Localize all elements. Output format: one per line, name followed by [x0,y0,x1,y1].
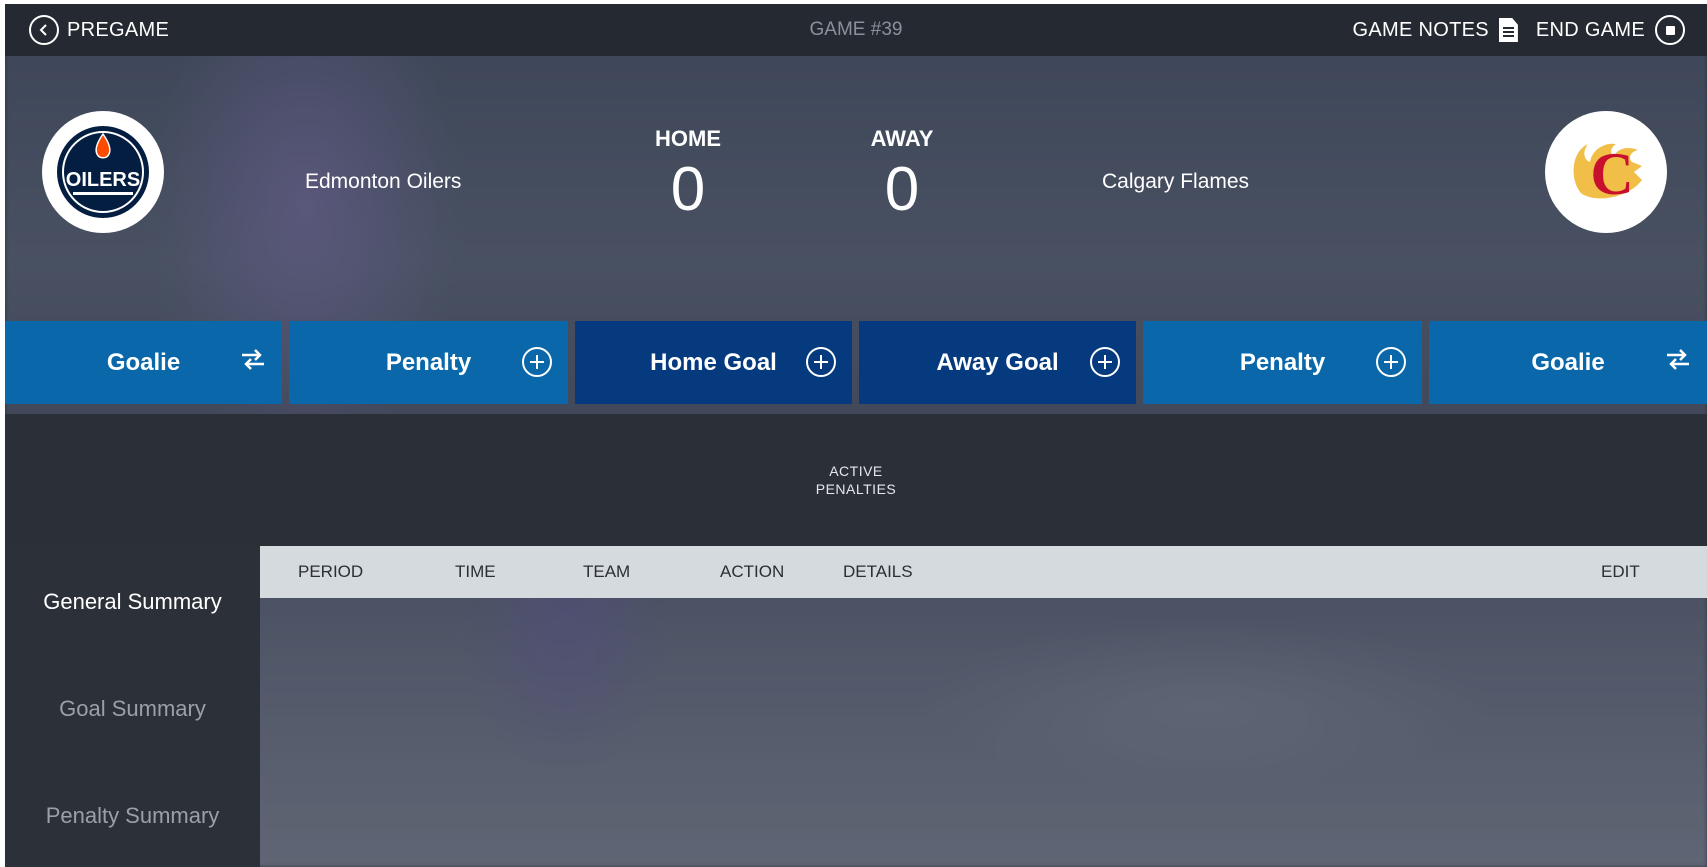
plus-circle-icon [522,347,552,377]
side-item-penalty-summary[interactable]: Penalty Summary [5,803,260,829]
home-logo-text: OILERS [66,169,140,191]
plus-circle-icon [806,347,836,377]
active-penalties-line1: ACTIVE [829,463,883,479]
column-edit: EDIT [1601,562,1640,581]
active-penalties-panel: ACTIVE PENALTIES [5,414,1707,546]
end-game-button[interactable]: END GAME [1536,15,1685,45]
column-details: DETAILS [843,562,913,581]
pregame-label: PREGAME [67,18,170,41]
stop-icon [1655,15,1685,45]
events-table-header: PERIOD TIME TEAM ACTION DETAILS EDIT [260,546,1707,598]
events-table-body [260,598,1707,867]
plus-circle-icon [1376,347,1406,377]
summary-side-menu: General Summary Goal Summary Penalty Sum… [5,546,260,867]
active-penalties-label: ACTIVE PENALTIES [816,462,897,498]
document-icon [1498,18,1518,42]
home-penalty-button[interactable]: Penalty [289,321,568,404]
top-bar: PREGAME GAME #39 GAME NOTES END GAME [5,4,1707,56]
away-goalie-label: Goalie [1531,348,1605,376]
away-score-value: 0 [884,155,920,224]
side-item-general-summary[interactable]: General Summary [5,589,260,615]
home-score-value: 0 [670,155,706,224]
column-team: TEAM [583,562,631,581]
away-team-logo: C [1545,111,1667,233]
home-goal-label: Home Goal [650,348,777,376]
away-score: AWAY 0 [822,126,982,222]
side-item-goal-summary[interactable]: Goal Summary [5,696,260,722]
home-goalie-label: Goalie [106,348,181,376]
game-notes-button[interactable]: GAME NOTES [1353,18,1518,42]
column-period: PERIOD [298,562,364,581]
home-goalie-button[interactable]: Goalie [5,321,282,404]
top-actions: GAME NOTES END GAME [1353,4,1685,56]
away-goal-button[interactable]: Away Goal [859,321,1136,404]
away-label: AWAY [870,126,934,151]
away-penalty-label: Penalty [1239,348,1326,376]
home-team-name: Edmonton Oilers [305,170,462,193]
away-penalty-button[interactable]: Penalty [1143,321,1422,404]
swap-icon [240,347,266,371]
chevron-left-icon [29,15,59,45]
home-label: HOME [655,126,721,151]
away-logo-text: C [1590,141,1633,207]
away-team-name: Calgary Flames [1102,170,1250,193]
home-penalty-label: Penalty [385,348,472,376]
away-goalie-button[interactable]: Goalie [1429,321,1707,404]
end-game-label: END GAME [1535,18,1645,41]
home-goal-button[interactable]: Home Goal [575,321,852,404]
game-screen: PREGAME GAME #39 GAME NOTES END GAME OIL… [5,4,1707,867]
action-bar: Goalie Penalty Home Goal Away Goal Penal… [5,321,1707,404]
home-score: HOME 0 [608,126,768,222]
game-notes-label: GAME NOTES [1352,18,1489,41]
pregame-back-button[interactable]: PREGAME [29,4,169,56]
active-penalties-line2: PENALTIES [815,481,897,497]
away-goal-label: Away Goal [936,348,1059,376]
home-team-logo: OILERS [42,111,164,233]
column-action: ACTION [720,562,785,581]
column-time: TIME [455,562,496,581]
swap-icon [1665,347,1691,371]
plus-circle-icon [1090,347,1120,377]
